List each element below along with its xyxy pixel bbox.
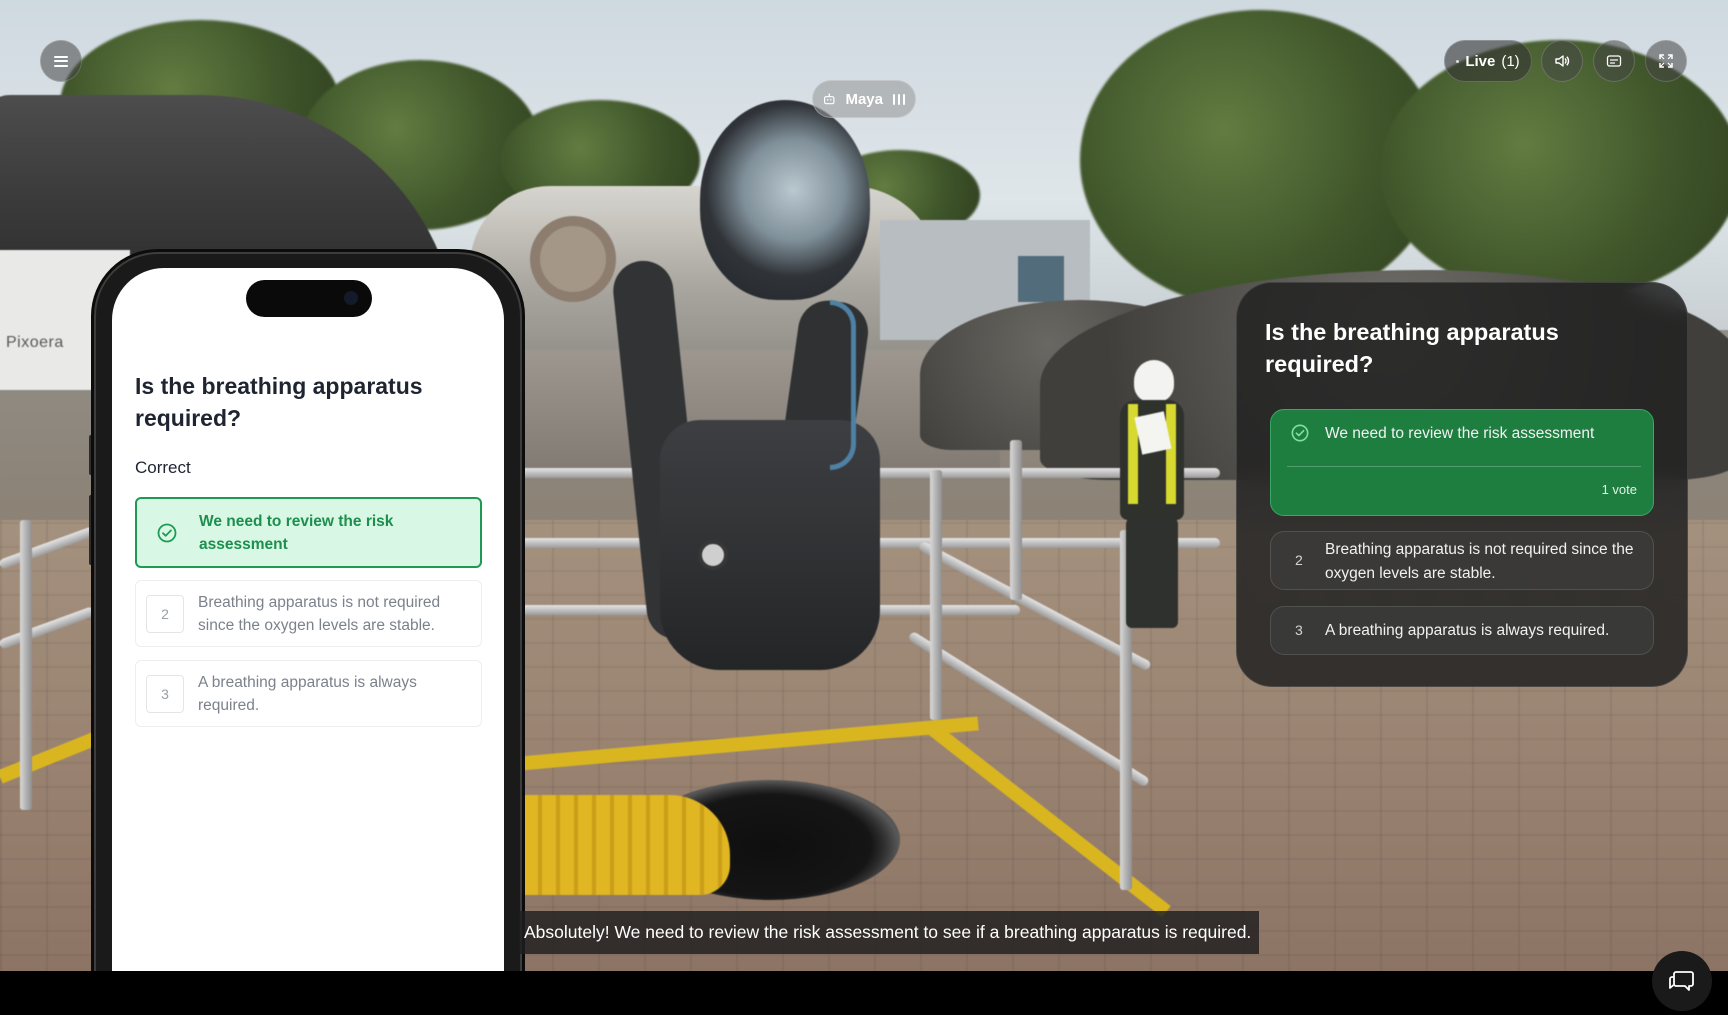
captions-button[interactable] <box>1593 40 1635 82</box>
menu-button[interactable] <box>40 40 82 82</box>
hamburger-menu-icon <box>54 55 68 67</box>
assistant-name: Maya <box>845 90 883 108</box>
check-circle-icon <box>157 523 177 542</box>
phone-option-1[interactable]: We need to review the risk assessment <box>135 497 482 568</box>
option-number-badge: 3 <box>146 674 184 713</box>
phone-option-label: We need to review the risk assessment <box>199 512 394 553</box>
sound-button[interactable] <box>1541 40 1583 82</box>
quiz-option-1[interactable]: We need to review the risk assessment 1 … <box>1270 409 1654 516</box>
live-label: Live <box>1465 52 1496 70</box>
chat-bubbles-icon <box>1669 971 1694 991</box>
phone-option-2[interactable]: 2 Breathing apparatus is not required si… <box>135 580 482 647</box>
assistant-pill[interactable]: Maya <box>812 80 916 118</box>
fullscreen-button[interactable] <box>1645 40 1687 82</box>
quiz-option-label: We need to review the risk assessment <box>1325 425 1595 442</box>
audio-wave-icon <box>893 93 905 105</box>
bottom-bar <box>0 971 1728 1015</box>
live-count: (1) <box>1501 52 1520 70</box>
fullscreen-icon <box>1659 54 1673 68</box>
dynamic-island <box>246 280 372 317</box>
live-viewers-button[interactable]: Live (1) <box>1444 40 1532 82</box>
quiz-option-label: Breathing apparatus is not required sinc… <box>1325 541 1634 582</box>
phone-option-label: A breathing apparatus is always required… <box>198 673 417 714</box>
quiz-option-2[interactable]: 2 Breathing apparatus is not required si… <box>1270 531 1654 590</box>
camera-icon <box>344 291 358 305</box>
speaker-icon <box>1555 55 1570 67</box>
caption-subtitle: Absolutely! We need to review the risk a… <box>519 911 1260 954</box>
option-number-badge: 2 <box>146 594 184 633</box>
quiz-option-label: A breathing apparatus is always required… <box>1325 622 1610 639</box>
divider <box>1287 466 1641 467</box>
phone-option-label: Breathing apparatus is not required sinc… <box>198 593 441 634</box>
vote-count: 1 vote <box>1601 482 1637 497</box>
option-number: 3 <box>1295 622 1303 638</box>
robot-icon <box>823 93 835 105</box>
captions-icon <box>1606 55 1622 67</box>
option-number: 2 <box>1295 552 1303 568</box>
quiz-option-3[interactable]: 3 A breathing apparatus is always requir… <box>1270 606 1654 655</box>
phone-answer-status: Correct <box>135 458 191 477</box>
quiz-question: Is the breathing apparatus required? <box>1265 319 1559 377</box>
phone-option-3[interactable]: 3 A breathing apparatus is always requir… <box>135 660 482 727</box>
phone-question: Is the breathing apparatus required? <box>135 373 423 431</box>
live-dot-icon <box>1456 59 1460 63</box>
check-circle-icon <box>1291 424 1309 442</box>
chat-button[interactable] <box>1652 951 1712 1011</box>
